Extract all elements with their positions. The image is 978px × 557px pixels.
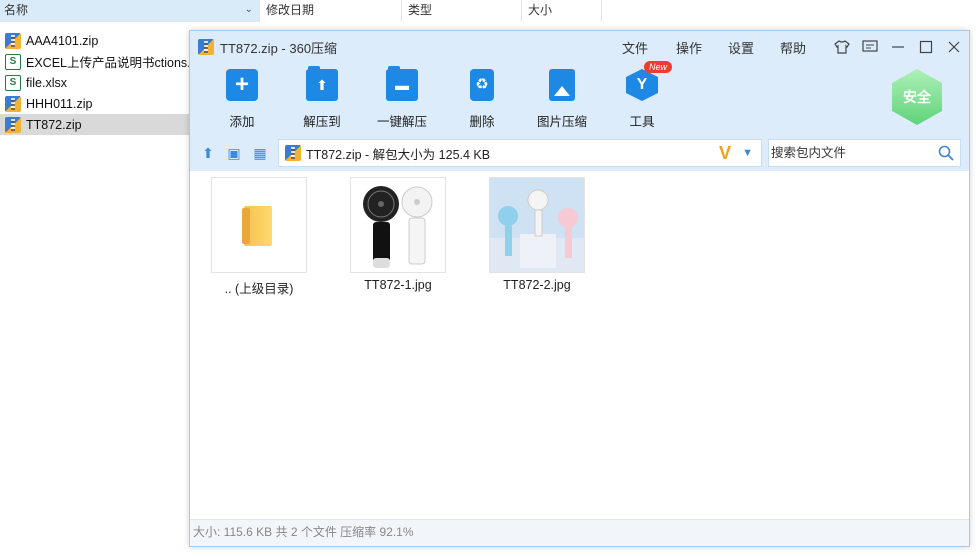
menu-help-wrap: 帮助 [780,31,806,63]
detail-view-icon[interactable]: ▣ [226,145,242,161]
tools-label: 工具 [629,115,655,129]
window-controls [833,31,963,63]
image-compress-icon [549,69,575,101]
search-icon[interactable] [938,145,954,161]
file-row-selected[interactable]: TT872.zip [0,114,190,135]
new-badge: New [644,61,673,73]
image-item[interactable]: TT872-2.jpg [489,177,585,292]
menu-settings-wrap: 设置 [728,31,754,63]
parent-folder-item[interactable]: .. (上级目录) [211,177,307,297]
dropdown-arrow-icon[interactable]: ▼ [742,147,753,159]
item-label: TT872-1.jpg [364,278,432,292]
file-name: file.xlsx [26,75,67,90]
add-label: 添加 [229,115,255,129]
zip-icon [198,39,214,55]
xlsx-icon: S [5,53,21,70]
folder-thumbnail [211,177,307,273]
nav-icons: ⬆ ▣ ▦ [200,145,268,161]
fan-image-icon [351,178,445,272]
search-box [768,139,961,167]
file-name: EXCEL上传产品说明书ctions.xlsx [26,56,190,70]
menu-file[interactable]: 文件 [622,38,648,57]
archive-content: .. (上级目录) TT872-1.jpg TT872-2.jpg [190,171,969,519]
folder-icon [242,206,272,246]
toolbar: 添加 解压到 一键解压 删除 图片压缩 工具 [190,63,969,135]
menu-help[interactable]: 帮助 [780,38,806,57]
extract-folder-icon [306,66,338,101]
explorer-column-header: 名称 ⌄ 修改日期 类型 大小 [0,0,978,22]
column-name[interactable]: 名称 ⌄ [0,0,260,22]
file-row[interactable]: AAA4101.zip [0,30,190,51]
image-thumbnail [489,177,585,273]
zip-icon [5,32,21,49]
explorer-file-list: AAA4101.zip S EXCEL上传产品说明书ctions.xlsx S … [0,30,190,135]
address-bar: ⬆ ▣ ▦ TT872.zip - 解包大小为 125.4 KB V ▼ [190,135,969,171]
safe-shield[interactable]: 安全 [892,69,942,125]
grid-view-icon[interactable]: ▦ [252,145,268,161]
status-bar: 大小: 115.6 KB 共 2 个文件 压缩率 92.1% [190,519,969,546]
chevron-down-icon: ⌄ [244,4,253,15]
title-bar[interactable]: TT872.zip - 360压缩 文件 操作 设置 帮助 [190,31,969,63]
zip-icon [285,145,301,161]
one-click-extract-icon [386,66,418,101]
delete-label: 删除 [469,115,495,129]
v-logo-icon[interactable]: V [719,143,731,164]
extract-to-label: 解压到 [303,115,341,129]
image-thumbnail [350,177,446,273]
add-icon [226,69,258,101]
zip-icon [5,95,21,112]
close-icon[interactable] [945,38,963,56]
xlsx-icon: S [5,74,21,91]
column-name-label: 名称 [4,3,29,17]
menu-file-wrap: 文件 [622,31,648,63]
address-text: TT872.zip - 解包大小为 125.4 KB [306,147,491,162]
feedback-icon[interactable] [861,38,879,56]
column-date[interactable]: 修改日期 [260,0,402,22]
minimize-icon[interactable] [889,38,907,56]
tools-icon [626,69,658,101]
image-item[interactable]: TT872-1.jpg [350,177,446,292]
menu-operate[interactable]: 操作 [676,38,702,57]
skin-icon[interactable] [833,38,851,56]
one-click-extract-label: 一键解压 [376,115,427,129]
file-name: AAA4101.zip [26,33,99,48]
one-click-extract-button[interactable]: 一键解压 [362,66,442,130]
search-input[interactable] [771,146,931,160]
fan-image-icon [490,178,584,272]
image-compress-button[interactable]: 图片压缩 [522,69,602,130]
up-arrow-icon[interactable]: ⬆ [200,145,216,161]
maximize-icon[interactable] [917,38,935,56]
file-row[interactable]: HHH011.zip [0,93,190,114]
trash-icon [470,69,494,101]
file-name: TT872.zip [26,117,82,132]
menu-operate-wrap: 操作 [676,31,702,63]
window-title: TT872.zip - 360压缩 [220,40,338,56]
safe-label: 安全 [892,69,942,125]
file-name: HHH011.zip [26,96,93,111]
extract-to-button[interactable]: 解压到 [282,66,362,130]
image-compress-label: 图片压缩 [536,115,587,129]
menu-settings[interactable]: 设置 [728,38,754,57]
item-label: TT872-2.jpg [503,278,571,292]
column-type[interactable]: 类型 [402,0,522,22]
zip-icon [5,116,21,133]
file-row[interactable]: S EXCEL上传产品说明书ctions.xlsx [0,51,190,72]
tools-button[interactable]: 工具 [602,69,682,130]
column-size[interactable]: 大小 [522,0,602,22]
delete-button[interactable]: 删除 [442,69,522,130]
file-row[interactable]: S file.xlsx [0,72,190,93]
archive-window: TT872.zip - 360压缩 文件 操作 设置 帮助 + 添加 ⬆ 解压到… [189,30,970,547]
item-label: .. (上级目录) [224,282,294,296]
add-button[interactable]: 添加 [202,69,282,130]
address-field[interactable]: TT872.zip - 解包大小为 125.4 KB V ▼ [278,139,762,167]
